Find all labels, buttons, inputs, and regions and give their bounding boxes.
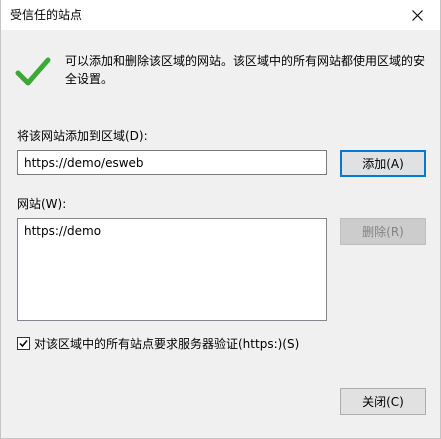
list-item[interactable]: https://demo	[24, 223, 320, 239]
remove-button[interactable]: 删除(R)	[340, 218, 426, 245]
https-requirement-option[interactable]: 对该区域中的所有站点要求服务器验证(https:)(S)	[17, 335, 299, 352]
trusted-sites-dialog: 受信任的站点 可以添加和删除该区域的网站。该区域中的所有网站都使用区域的安全设置…	[0, 0, 441, 439]
checkmark-icon	[15, 57, 51, 86]
add-site-label: 将该网站添加到区域(D):	[17, 129, 148, 143]
checkbox-check-icon	[19, 340, 28, 348]
https-requirement-label: 对该区域中的所有站点要求服务器验证(https:)(S)	[34, 337, 300, 351]
add-site-input[interactable]	[17, 150, 327, 175]
close-icon	[411, 9, 423, 21]
sites-label: 网站(W):	[17, 197, 67, 211]
window-title: 受信任的站点	[10, 8, 83, 22]
sites-list[interactable]: https://demo	[17, 218, 327, 321]
info-description: 可以添加和删除该区域的网站。该区域中的所有网站都使用区域的安全设置。	[65, 54, 426, 86]
dialog-content: 可以添加和删除该区域的网站。该区域中的所有网站都使用区域的安全设置。 将该网站添…	[1, 30, 440, 439]
add-button[interactable]: 添加(A)	[340, 150, 426, 177]
add-button-label: 添加(A)	[362, 157, 404, 171]
close-button-label: 关闭(C)	[362, 395, 404, 409]
title-bar[interactable]: 受信任的站点	[1, 0, 440, 30]
window-close-button[interactable]	[394, 0, 440, 30]
remove-button-label: 删除(R)	[362, 225, 404, 239]
close-button[interactable]: 关闭(C)	[340, 388, 426, 415]
https-requirement-checkbox[interactable]	[17, 337, 30, 350]
